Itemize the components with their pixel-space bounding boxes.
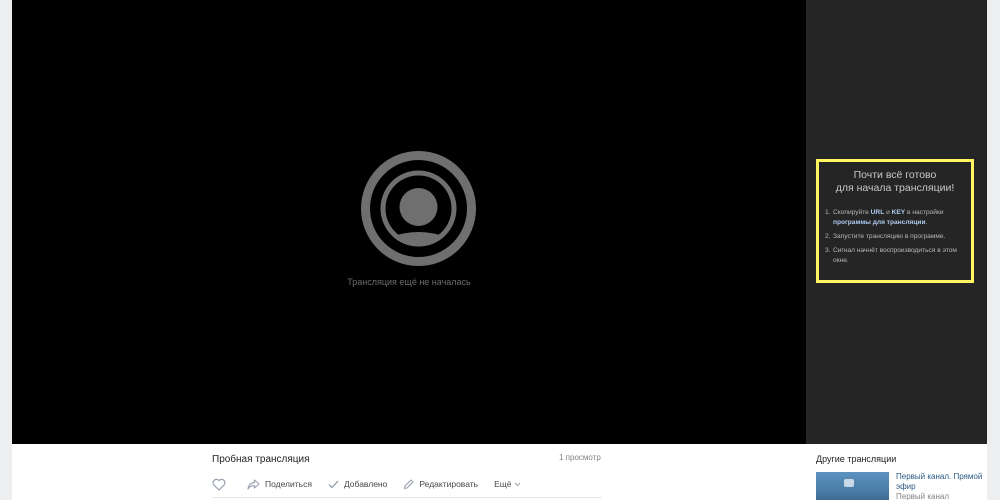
step-number: 3. — [825, 247, 831, 254]
added-label: Добавлено — [343, 479, 388, 489]
broadcast-thumbnail[interactable] — [816, 472, 889, 500]
video-info: Пробная трансляция 1 просмотр Поделиться… — [12, 444, 806, 500]
channel-logo — [844, 479, 854, 487]
share-label: Поделиться — [265, 479, 312, 489]
instructions-title: Почти всё готово для начала трансляции! — [825, 169, 965, 195]
instruction-step-1: 1. Скопируйте URL и KEY в настройки прог… — [825, 208, 965, 228]
setup-instructions: Почти всё готово для начала трансляции! … — [816, 159, 974, 283]
instructions-title-line-1: Почти всё готово — [853, 169, 937, 181]
url-link[interactable]: URL — [871, 209, 885, 216]
step-number: 2. — [825, 233, 831, 240]
share-button[interactable]: Поделиться — [247, 478, 312, 490]
step-text: в настройки — [905, 209, 944, 216]
video-title: Пробная трансляция — [212, 454, 310, 465]
software-link[interactable]: программы для трансляции — [833, 219, 926, 226]
video-player[interactable]: Трансляция ещё не началась — [12, 0, 806, 444]
instruction-step-2: 2. Запустите трансляцию в программе. — [825, 232, 965, 242]
key-link[interactable]: KEY — [892, 209, 906, 216]
added-button[interactable]: Добавлено — [328, 479, 387, 489]
step-text: и — [884, 209, 892, 216]
step-text: Запустите трансляцию в программе. — [833, 233, 946, 240]
like-button[interactable] — [212, 478, 231, 491]
step-text: Сигнал начнёт воспроизводиться в этом ок… — [833, 247, 957, 264]
more-label: Ещё — [494, 479, 512, 489]
step-text: . — [925, 219, 928, 226]
checkmark-icon — [328, 480, 339, 488]
instructions-steps: 1. Скопируйте URL и KEY в настройки прог… — [825, 208, 965, 266]
instruction-step-3: 3. Сигнал начнёт воспроизводиться в этом… — [825, 246, 965, 266]
edit-button[interactable]: Редактировать — [403, 478, 479, 490]
broadcast-channel-name[interactable]: Первый канал — [896, 492, 949, 500]
share-icon — [247, 478, 260, 490]
chevron-down-icon — [515, 482, 521, 486]
pencil-icon — [404, 478, 414, 489]
edit-label: Редактировать — [419, 479, 479, 489]
action-bar: Поделиться Добавлено Редактировать Ещё — [212, 477, 537, 491]
instructions-title-line-2: для начала трансляции! — [835, 182, 955, 194]
step-text: Скопируйте — [833, 209, 871, 216]
live-broadcast-icon — [361, 151, 476, 266]
more-button[interactable]: Ещё — [494, 479, 521, 489]
view-count: 1 просмотр — [559, 453, 601, 462]
divider — [212, 497, 602, 498]
broadcast-status-text: Трансляция ещё не началась — [347, 277, 471, 287]
other-broadcasts-heading: Другие трансляции — [816, 454, 897, 464]
broadcast-title-link[interactable]: Первый канал. Прямой эфир — [896, 472, 984, 492]
other-broadcasts: Другие трансляции Первый канал. Прямой э… — [806, 444, 987, 500]
heart-icon — [212, 478, 226, 491]
step-number: 1. — [825, 209, 831, 216]
